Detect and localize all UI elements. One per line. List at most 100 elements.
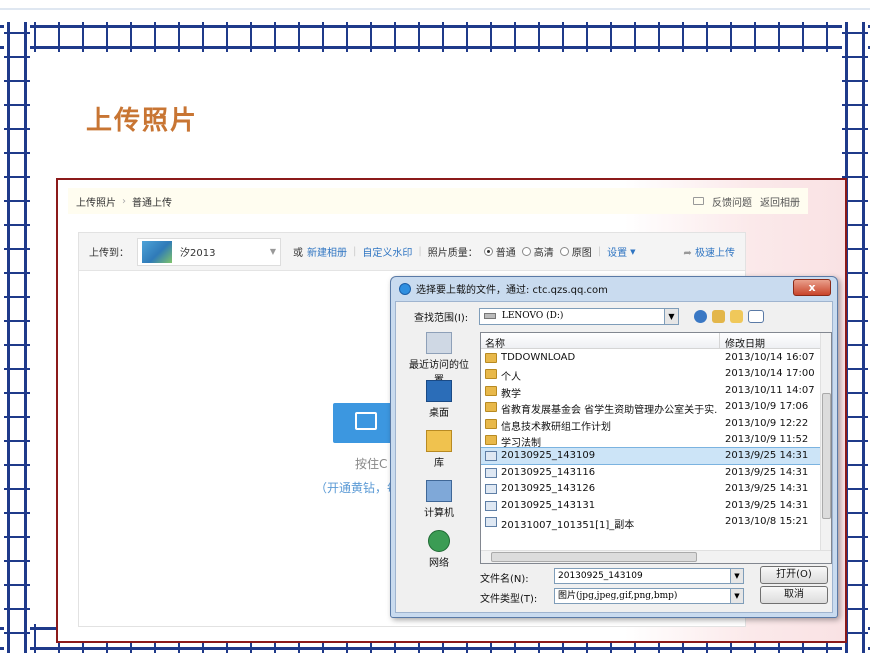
file-date: 2013/10/14 16:07 <box>725 352 815 363</box>
file-date: 2013/9/25 14:31 <box>725 483 809 495</box>
add-image-icon <box>355 412 377 430</box>
file-row[interactable]: 20131007_101351[1]_副本 2013/10/8 15:21 <box>481 514 821 531</box>
file-name: 20130925_143109 <box>501 450 596 462</box>
upload-to-label: 上传到： <box>89 248 129 259</box>
filetype-select[interactable]: 图片(jpg,jpeg,gif,png,bmp) ▼ <box>554 588 744 604</box>
feedback-link[interactable]: 反馈问题 <box>712 194 752 209</box>
quality-label: 照片质量： <box>427 248 478 259</box>
file-date: 2013/10/11 14:07 <box>725 384 815 396</box>
cancel-button[interactable]: 取消 <box>760 586 828 604</box>
place-computer[interactable]: 计算机 <box>406 480 472 519</box>
watermark-link[interactable]: 自定义水印 <box>362 244 412 259</box>
quality-hd-label: 高清 <box>533 248 554 259</box>
file-date: 2013/10/9 17:06 <box>725 401 809 413</box>
file-row[interactable]: 教学 2013/10/11 14:07 <box>481 383 821 400</box>
file-name: 教学 <box>501 388 521 400</box>
quality-original-label: 原图 <box>571 248 592 259</box>
album-name: 汐2013 <box>180 248 216 259</box>
filetype-label: 文件类型(T): <box>480 594 538 605</box>
quality-radio-original[interactable] <box>559 247 569 256</box>
top-rule <box>0 8 870 10</box>
column-modified[interactable]: 修改日期 <box>725 335 765 350</box>
breadcrumb-upload[interactable]: 上传照片 <box>76 194 116 209</box>
share-arrow-icon: ➦ <box>683 248 692 259</box>
file-row[interactable]: 个人 2013/10/14 17:00 <box>481 366 821 384</box>
look-in-label: 查找范围(I): <box>414 313 469 324</box>
album-thumbnail <box>142 240 172 263</box>
chevron-down-icon[interactable]: ▼ <box>730 569 743 583</box>
chevron-down-icon: ▼ <box>630 247 636 256</box>
file-date: 2013/9/25 14:31 <box>725 499 809 511</box>
folder-icon <box>485 385 497 396</box>
column-name[interactable]: 名称 <box>485 335 505 350</box>
file-name: 省教育发展基金会 省学生资助管理办公室关于实... <box>501 405 717 417</box>
file-name: 信息技术教研组工作计划 <box>501 421 611 433</box>
chevron-down-icon[interactable]: ▼ <box>664 309 678 324</box>
file-list: 名称 修改日期 TDDOWNLOAD 2013/10/14 16:07 个人 2013… <box>480 332 832 564</box>
place-network[interactable]: 网络 <box>406 530 472 569</box>
new-folder-icon[interactable] <box>730 310 743 323</box>
album-select[interactable]: 汐2013 ▼ <box>137 237 281 266</box>
file-row[interactable]: 20130925_143109 2013/9/25 14:31 <box>481 447 822 466</box>
file-date: 2013/10/14 17:00 <box>725 368 815 380</box>
settings-dropdown[interactable]: 设置 <box>607 244 627 259</box>
chevron-down-icon[interactable]: ▼ <box>730 589 743 603</box>
back-icon[interactable] <box>694 310 707 323</box>
open-button[interactable]: 打开(O) <box>760 566 828 584</box>
horizontal-scrollbar[interactable] <box>481 550 831 563</box>
image-file-icon <box>485 500 497 511</box>
filename-input[interactable]: 20130925_143109 ▼ <box>554 568 744 584</box>
vertical-scrollbar[interactable] <box>820 333 831 551</box>
upload-hint-vip: （开通黄钻，每 <box>315 481 400 495</box>
place-recent[interactable]: 最近访问的位置 <box>406 332 472 386</box>
file-name: 20130925_143126 <box>501 483 596 495</box>
file-row[interactable]: 20130925_143116 2013/9/25 14:31 <box>481 465 821 481</box>
fast-upload-link[interactable]: ➦ 极速上传 <box>683 244 735 259</box>
file-name: 个人 <box>501 372 521 384</box>
scroll-thumb[interactable] <box>491 552 697 562</box>
breadcrumb-normal-upload: 普通上传 <box>132 197 172 209</box>
border-top <box>0 22 870 52</box>
look-in-select[interactable]: LENOVO (D:) ▼ <box>479 308 679 325</box>
folder-icon <box>485 402 497 413</box>
up-folder-icon[interactable] <box>712 310 725 323</box>
quality-radio-normal[interactable] <box>483 247 493 256</box>
file-date: 2013/9/25 14:31 <box>725 450 809 462</box>
file-date: 2013/10/8 15:21 <box>725 516 809 527</box>
library-icon <box>426 430 452 452</box>
file-row[interactable]: 20130925_143126 2013/9/25 14:31 <box>481 481 821 497</box>
file-row[interactable]: 省教育发展基金会 省学生资助管理办公室关于实... 2013/10/9 17:06 <box>481 399 821 417</box>
dialog-title: 选择要上载的文件，通过: ctc.qzs.qq.com <box>416 285 608 296</box>
or-label: 或 <box>293 248 303 259</box>
file-row[interactable]: 学习法制 2013/10/9 11:52 <box>481 432 821 449</box>
file-row[interactable]: 20130925_143131 2013/9/25 14:31 <box>481 498 821 514</box>
image-file-icon <box>485 451 497 462</box>
image-file-icon <box>485 484 497 495</box>
view-menu-icon[interactable] <box>748 310 764 323</box>
file-name: 20130925_143116 <box>501 466 596 478</box>
breadcrumb: 上传照片 › 普通上传 反馈问题 返回相册 <box>68 188 808 214</box>
file-row[interactable]: 信息技术教研组工作计划 2013/10/9 12:22 <box>481 416 821 433</box>
image-file-icon <box>485 517 497 527</box>
recent-places-icon <box>426 332 452 354</box>
back-to-album-link[interactable]: 返回相册 <box>760 194 800 209</box>
file-date: 2013/9/25 14:31 <box>725 466 809 478</box>
slide: 上传照片 上传照片 › 普通上传 反馈问题 返回相册 上传到： 汐2013 ▼ … <box>0 0 870 653</box>
file-row[interactable]: TDDOWNLOAD 2013/10/14 16:07 <box>481 350 821 366</box>
file-date: 2013/10/9 11:52 <box>725 434 809 445</box>
dialog-body: 查找范围(I): LENOVO (D:) ▼ 最近访问的位置 桌面 <box>395 301 833 613</box>
places-bar: 最近访问的位置 桌面 库 计算机 网络 <box>406 332 472 600</box>
place-library[interactable]: 库 <box>406 430 472 469</box>
place-desktop[interactable]: 桌面 <box>406 380 472 419</box>
dialog-titlebar: 选择要上载的文件，通过: ctc.qzs.qq.com <box>399 281 608 296</box>
close-button[interactable]: x <box>793 279 831 296</box>
ie-icon <box>399 282 411 295</box>
file-open-dialog: 选择要上载的文件，通过: ctc.qzs.qq.com x 查找范围(I): L… <box>390 276 838 618</box>
new-album-link[interactable]: 新建相册 <box>307 244 347 259</box>
scroll-thumb[interactable] <box>822 393 831 519</box>
computer-icon <box>426 480 452 502</box>
quality-radio-hd[interactable] <box>521 247 531 256</box>
quality-normal-label: 普通 <box>495 248 516 259</box>
image-file-icon <box>485 467 497 478</box>
folder-icon <box>485 353 497 363</box>
